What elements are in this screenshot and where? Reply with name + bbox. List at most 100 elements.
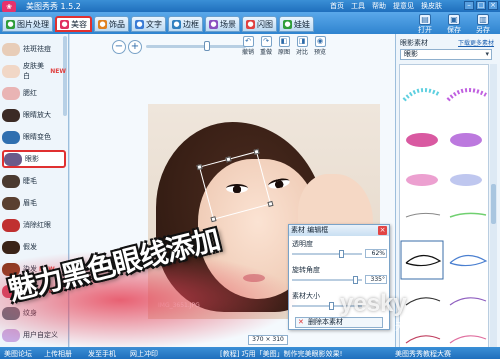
redo-icon: ↷ bbox=[260, 36, 272, 47]
swatch-glitter-purple[interactable] bbox=[446, 88, 487, 102]
tab-5[interactable]: ● 场景 bbox=[205, 16, 240, 32]
sidebar-thumb-icon bbox=[2, 86, 20, 100]
category-select[interactable]: 眼影 bbox=[400, 49, 492, 60]
swatch-magenta-shadow[interactable] bbox=[406, 133, 438, 147]
send-phone-link[interactable]: 发至手机 bbox=[88, 349, 116, 359]
tab-label: 娃娃 bbox=[294, 19, 310, 29]
resize-handle[interactable] bbox=[196, 163, 203, 171]
undo-button[interactable]: ↶ 撤销 bbox=[240, 36, 256, 58]
tab-0[interactable]: ● 图片处理 bbox=[2, 16, 53, 32]
sidebar-item-eyebrow[interactable]: 眉毛 bbox=[2, 194, 66, 212]
swatch-violet-wing[interactable] bbox=[449, 297, 487, 306]
close-icon[interactable]: × bbox=[378, 226, 387, 235]
sidebar-item-blush[interactable]: 腮红 bbox=[2, 84, 66, 102]
swatch-glitter-cyan[interactable] bbox=[402, 88, 442, 102]
tab-icon: ● bbox=[6, 19, 15, 29]
redo-button[interactable]: ↷ 重做 bbox=[258, 36, 274, 58]
save-button[interactable]: ▣ 保存 bbox=[441, 14, 467, 34]
rotation-slider-handle[interactable] bbox=[353, 276, 358, 284]
menu-feedback[interactable]: 提意见 bbox=[393, 1, 414, 11]
menu-tools[interactable]: 工具 bbox=[351, 1, 365, 11]
sidebar-item-label: 腮红 bbox=[23, 89, 37, 97]
transparency-value[interactable]: 62% bbox=[365, 249, 387, 258]
sidebar-item-eyelash[interactable]: 睫毛 bbox=[2, 172, 66, 190]
tutorial-contest-link[interactable]: 美图秀秀教程大赛 bbox=[395, 349, 451, 359]
tab-7[interactable]: ● 娃娃 bbox=[279, 16, 314, 32]
tab-label: 图片处理 bbox=[17, 19, 49, 29]
sidebar-item-eye-enlarge[interactable]: 眼睛放大 bbox=[2, 106, 66, 124]
download-more-link[interactable]: 下载更多素材 bbox=[458, 38, 494, 47]
menu-skin[interactable]: 换皮肤 bbox=[421, 1, 442, 11]
zoom-slider-handle[interactable] bbox=[204, 41, 210, 51]
swatch-thin-line[interactable] bbox=[405, 212, 441, 218]
sidebar-item-label: 消除红眼 bbox=[23, 221, 51, 229]
swatch-dark-wing[interactable] bbox=[405, 297, 441, 306]
sidebar-thumb-icon bbox=[2, 108, 20, 122]
sidebar-thumb-icon bbox=[2, 174, 20, 188]
minimize-icon[interactable]: – bbox=[464, 1, 474, 10]
sidebar-item-whiten[interactable]: 皮肤美白 NEW bbox=[2, 62, 66, 80]
sidebar-item-label: 睫毛 bbox=[23, 177, 37, 185]
size-slider-handle[interactable] bbox=[329, 302, 334, 310]
compare-button[interactable]: ◨ 对比 bbox=[294, 36, 310, 58]
swatch-green-line[interactable] bbox=[449, 212, 487, 218]
swatch-red-liner[interactable] bbox=[405, 335, 441, 344]
transparency-slider-handle[interactable] bbox=[339, 250, 344, 258]
sidebar-thumb-icon bbox=[2, 42, 20, 56]
file-toolbar: ▤ 打开 ▣ 保存 ▥ 另存 bbox=[412, 14, 496, 34]
library-scrollbar[interactable] bbox=[490, 64, 497, 354]
rotation-value[interactable]: 335° bbox=[365, 275, 387, 284]
original-button[interactable]: ◧ 原图 bbox=[276, 36, 292, 58]
swatch-blue-sparkle[interactable] bbox=[450, 174, 482, 186]
preview-button[interactable]: ◉ 预览 bbox=[312, 36, 328, 58]
menu-home[interactable]: 首页 bbox=[330, 1, 344, 11]
menu-help[interactable]: 帮助 bbox=[372, 1, 386, 11]
library-heading: 眼影素材 bbox=[400, 39, 428, 47]
forum-link[interactable]: 美图论坛 bbox=[4, 349, 32, 359]
tab-1[interactable]: ● 美容 bbox=[55, 16, 92, 32]
sidebar-item-eyeshadow[interactable]: 眼影 bbox=[2, 150, 66, 168]
sidebar-item-acne[interactable]: 祛斑祛痘 bbox=[2, 40, 66, 58]
sidebar-item-redeye[interactable]: 消除红眼 bbox=[2, 216, 66, 234]
window-title: 美图秀秀 1.5.2 bbox=[26, 2, 81, 11]
edit-toolbar: ↶ 撤销 ↷ 重做 ◧ 原图 ◨ 对比 ◉ 预览 bbox=[240, 36, 328, 58]
compare-icon: ◨ bbox=[296, 36, 308, 47]
close-icon[interactable]: × bbox=[488, 1, 498, 10]
maximize-icon[interactable]: □ bbox=[476, 1, 486, 10]
tab-bar: ● 图片处理 ● 美容 ● 饰品 ● 文字 ● 边框 ● 场景 ● 闪图 ● 娃娃 ▤ 打开 ▣ 保存 ▥ 另存 bbox=[0, 12, 500, 34]
tab-icon: ● bbox=[246, 19, 255, 29]
tab-label: 文字 bbox=[146, 19, 162, 29]
swatch-selected-frame[interactable] bbox=[400, 240, 444, 280]
sidebar-item-wig[interactable]: 假发 bbox=[2, 238, 66, 256]
swatch-pink-glow[interactable] bbox=[406, 174, 438, 186]
sidebar-item-eye-color[interactable]: 眼睛变色 bbox=[2, 128, 66, 146]
status-tip[interactable]: [教程] 巧用「美图」制作完美眼影效果! bbox=[220, 349, 343, 359]
save-as-button[interactable]: ▥ 另存 bbox=[470, 14, 496, 34]
window-controls: – □ × bbox=[464, 1, 498, 10]
sidebar-thumb-icon bbox=[2, 328, 20, 342]
zoom-out-icon[interactable]: − bbox=[112, 40, 126, 54]
swatch-black-liner[interactable] bbox=[405, 254, 442, 267]
zoom-slider[interactable] bbox=[146, 45, 246, 48]
sidebar-thumb-icon bbox=[2, 130, 20, 144]
tab-icon: ● bbox=[98, 19, 107, 29]
swatch-blue-liner[interactable] bbox=[449, 254, 488, 267]
swatch-violet-shadow[interactable] bbox=[450, 133, 482, 147]
swatch-pink-liner[interactable] bbox=[449, 335, 487, 344]
library-scroll-thumb[interactable] bbox=[491, 184, 496, 224]
rotation-slider[interactable] bbox=[292, 279, 362, 281]
tab-icon: ● bbox=[209, 19, 218, 29]
zoom-bar: − + bbox=[70, 36, 395, 60]
tab-3[interactable]: ● 文字 bbox=[131, 16, 166, 32]
tab-2[interactable]: ● 饰品 bbox=[94, 16, 129, 32]
delete-material-button[interactable]: 删除本素材 bbox=[295, 317, 383, 328]
tab-4[interactable]: ● 边框 bbox=[168, 16, 203, 32]
upload-album-link[interactable]: 上传相册 bbox=[44, 349, 72, 359]
resize-handle[interactable] bbox=[225, 156, 232, 163]
open-button[interactable]: ▤ 打开 bbox=[412, 14, 438, 34]
tab-6[interactable]: ● 闪图 bbox=[242, 16, 277, 32]
tab-label: 美容 bbox=[71, 19, 87, 29]
original-icon: ◧ bbox=[278, 36, 290, 47]
print-online-link[interactable]: 网上冲印 bbox=[130, 349, 158, 359]
zoom-in-icon[interactable]: + bbox=[128, 40, 142, 54]
